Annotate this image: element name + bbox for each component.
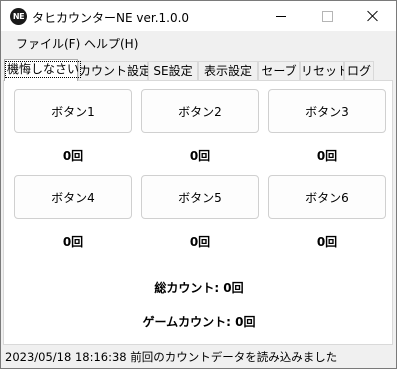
maximize-icon	[321, 10, 333, 22]
tab-panel-main: ボタン1 ボタン2 ボタン3 0回 0回 0回 ボタン4 ボタン5 ボタン6 0…	[3, 80, 393, 345]
counter-value-3: 0回	[316, 149, 338, 163]
counter-value-2: 0回	[189, 149, 211, 163]
menu-bar: ファイル(F) ヘルプ(H)	[1, 31, 396, 53]
counter-value-5: 0回	[189, 235, 211, 249]
title-bar[interactable]: NE タヒカウンターNE ver.1.0.0	[1, 1, 396, 31]
tab-label: 機悔しなさい	[5, 61, 82, 78]
counter-button-4[interactable]: ボタン4	[14, 175, 132, 219]
close-button[interactable]	[350, 1, 396, 31]
tab-display-settings[interactable]: 表示設定	[198, 61, 258, 80]
app-window: NE タヒカウンターNE ver.1.0.0 ファイル(F) ヘルプ(H) ボタ…	[0, 0, 397, 369]
tab-count-settings[interactable]: カウント設定	[78, 61, 151, 80]
tab-strip: 機悔しなさい カウント設定 SE設定 表示設定 セーブ リセット ログ	[1, 58, 396, 82]
tab-reset[interactable]: リセット	[300, 61, 349, 80]
counter-button-5[interactable]: ボタン5	[141, 175, 259, 219]
counter-value-1: 0回	[62, 149, 84, 163]
counter-value-4: 0回	[62, 235, 84, 249]
counter-value-6: 0回	[316, 235, 338, 249]
tab-main[interactable]: 機悔しなさい	[4, 59, 82, 81]
close-icon	[367, 10, 379, 22]
menu-help[interactable]: ヘルプ(H)	[84, 35, 138, 52]
tab-log[interactable]: ログ	[344, 61, 374, 80]
status-bar: 2023/05/18 18:16:38 前回のカウントデータを読み込みました	[1, 347, 396, 368]
menu-file[interactable]: ファイル(F)	[16, 35, 80, 52]
maximize-button[interactable]	[304, 1, 350, 31]
game-count: ゲームカウント: 0回	[142, 315, 256, 329]
counter-button-2[interactable]: ボタン2	[141, 89, 259, 133]
total-count: 総カウント: 0回	[154, 281, 244, 295]
counter-button-6[interactable]: ボタン6	[268, 175, 386, 219]
counter-button-1[interactable]: ボタン1	[14, 89, 132, 133]
tab-se-settings[interactable]: SE設定	[148, 61, 198, 80]
counter-button-3[interactable]: ボタン3	[268, 89, 386, 133]
window-title: タヒカウンターNE ver.1.0.0	[32, 11, 190, 25]
minimize-icon	[276, 15, 286, 17]
app-logo-icon: NE	[10, 8, 27, 25]
minimize-button[interactable]	[258, 1, 304, 31]
tab-save[interactable]: セーブ	[258, 61, 300, 80]
